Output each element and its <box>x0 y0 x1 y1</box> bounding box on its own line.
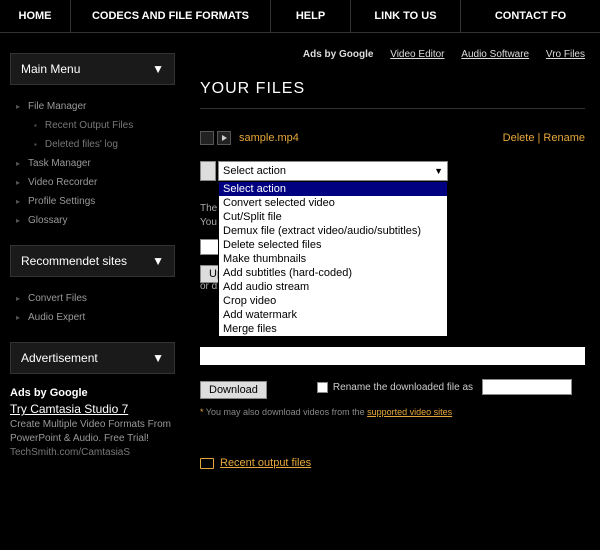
ads-by-google-label: Ads by Google <box>303 49 374 60</box>
download-row: Download Rename the downloaded file as <box>200 375 585 399</box>
delete-link[interactable]: Delete <box>503 132 535 144</box>
ad-link-vro-files[interactable]: Vro Files <box>546 49 585 60</box>
menu-deleted-log[interactable]: Deleted files' log <box>16 135 175 154</box>
ad-title[interactable]: Try Camtasia Studio 7 <box>10 401 175 418</box>
chevron-down-icon: ▼ <box>152 62 164 76</box>
menu-file-manager[interactable]: File Manager <box>16 97 175 116</box>
ads-by-google-label: Ads by Google <box>10 386 175 401</box>
rename-checkbox[interactable] <box>317 382 328 393</box>
main-content: Ads by Google Video Editor Audio Softwar… <box>185 33 600 469</box>
rec-convert-files[interactable]: Convert Files <box>16 289 175 308</box>
option-add-audio[interactable]: Add audio stream <box>219 280 447 294</box>
supported-sites-link[interactable]: supported video sites <box>367 407 452 417</box>
option-delete-files[interactable]: Delete selected files <box>219 238 447 252</box>
option-convert-video[interactable]: Convert selected video <box>219 196 447 210</box>
info-left1: The <box>200 203 217 214</box>
main-menu-title: Main Menu <box>21 62 80 76</box>
recommended-title: Recommendet sites <box>21 254 127 268</box>
nav-contact[interactable]: CONTACT FO <box>460 0 600 32</box>
rename-checkbox-label: Rename the downloaded file as <box>333 382 473 393</box>
top-nav: HOME CODECS AND FILE FORMATS HELP LINK T… <box>0 0 600 33</box>
sidebar-ad: Ads by Google Try Camtasia Studio 7 Crea… <box>10 386 175 460</box>
dropdown-arrow-icon: ▼ <box>434 166 443 176</box>
info-left2: You <box>200 217 217 228</box>
main-menu-list: File Manager Recent Output Files Deleted… <box>10 97 175 245</box>
ad-url[interactable]: TechSmith.com/CamtasiaS <box>10 446 175 460</box>
action-select[interactable]: Select action ▼ <box>218 161 448 181</box>
file-name[interactable]: sample.mp4 <box>239 132 299 144</box>
or-text: or d <box>200 281 217 292</box>
cursor-icon: ↖ <box>577 188 593 207</box>
rename-link[interactable]: Rename <box>543 132 585 144</box>
recent-output-row: Recent output files <box>200 457 585 469</box>
option-crop-video[interactable]: Crop video <box>219 294 447 308</box>
recommended-header[interactable]: Recommendet sites ▼ <box>10 245 175 277</box>
action-select-wrap: Select action ▼ Select action Convert se… <box>218 161 585 181</box>
footnote: * You may also download videos from the … <box>200 407 585 417</box>
ad-link-audio-software[interactable]: Audio Software <box>461 49 529 60</box>
option-add-subtitles[interactable]: Add subtitles (hard-coded) <box>219 266 447 280</box>
footnote-text: You may also download videos from the <box>206 407 367 417</box>
upload-path-input[interactable] <box>200 239 220 255</box>
nav-help[interactable]: HELP <box>270 0 350 32</box>
star-icon: * <box>200 407 204 417</box>
file-actions: Delete | Rename <box>503 132 585 144</box>
nav-home[interactable]: HOME <box>0 0 70 32</box>
checkbox-icon[interactable] <box>200 131 214 145</box>
chevron-down-icon: ▼ <box>152 254 164 268</box>
nav-codecs[interactable]: CODECS AND FILE FORMATS <box>70 0 270 32</box>
advertisement-header[interactable]: Advertisement ▼ <box>10 342 175 374</box>
menu-profile-settings[interactable]: Profile Settings <box>16 192 175 211</box>
page-title: YOUR FILES <box>200 74 585 109</box>
menu-task-manager[interactable]: Task Manager <box>16 154 175 173</box>
go-button[interactable] <box>200 161 216 181</box>
option-merge-files[interactable]: Merge files <box>219 322 447 336</box>
menu-video-recorder[interactable]: Video Recorder <box>16 173 175 192</box>
folder-icon <box>200 458 214 469</box>
option-cut-split[interactable]: Cut/Split file <box>219 210 447 224</box>
rec-audio-expert[interactable]: Audio Expert <box>16 308 175 327</box>
option-select-action[interactable]: Select action <box>219 182 447 196</box>
chevron-down-icon: ▼ <box>152 351 164 365</box>
recommended-list: Convert Files Audio Expert <box>10 289 175 342</box>
file-row: sample.mp4 Delete | Rename <box>200 131 585 145</box>
main-menu-header[interactable]: Main Menu ▼ <box>10 53 175 85</box>
menu-recent-output[interactable]: Recent Output Files <box>16 116 175 135</box>
action-select-value: Select action <box>223 165 286 177</box>
advertisement-title: Advertisement <box>21 351 98 365</box>
download-button[interactable]: Download <box>200 381 267 399</box>
nav-link-to-us[interactable]: LINK TO US <box>350 0 460 32</box>
menu-glossary[interactable]: Glossary <box>16 211 175 230</box>
url-input[interactable] <box>200 347 585 365</box>
option-add-watermark[interactable]: Add watermark <box>219 308 447 322</box>
recent-output-link[interactable]: Recent output files <box>220 457 311 469</box>
rename-input[interactable] <box>482 379 572 395</box>
play-icon[interactable] <box>217 131 231 145</box>
option-demux[interactable]: Demux file (extract video/audio/subtitle… <box>219 224 447 238</box>
ad-link-video-editor[interactable]: Video Editor <box>390 49 444 60</box>
option-make-thumbnails[interactable]: Make thumbnails <box>219 252 447 266</box>
action-dropdown: Select action Convert selected video Cut… <box>218 181 448 337</box>
ad-body: Create Multiple Video Formats From Power… <box>10 418 175 446</box>
sidebar: Main Menu ▼ File Manager Recent Output F… <box>0 33 185 469</box>
ads-line: Ads by Google Video Editor Audio Softwar… <box>200 43 585 74</box>
